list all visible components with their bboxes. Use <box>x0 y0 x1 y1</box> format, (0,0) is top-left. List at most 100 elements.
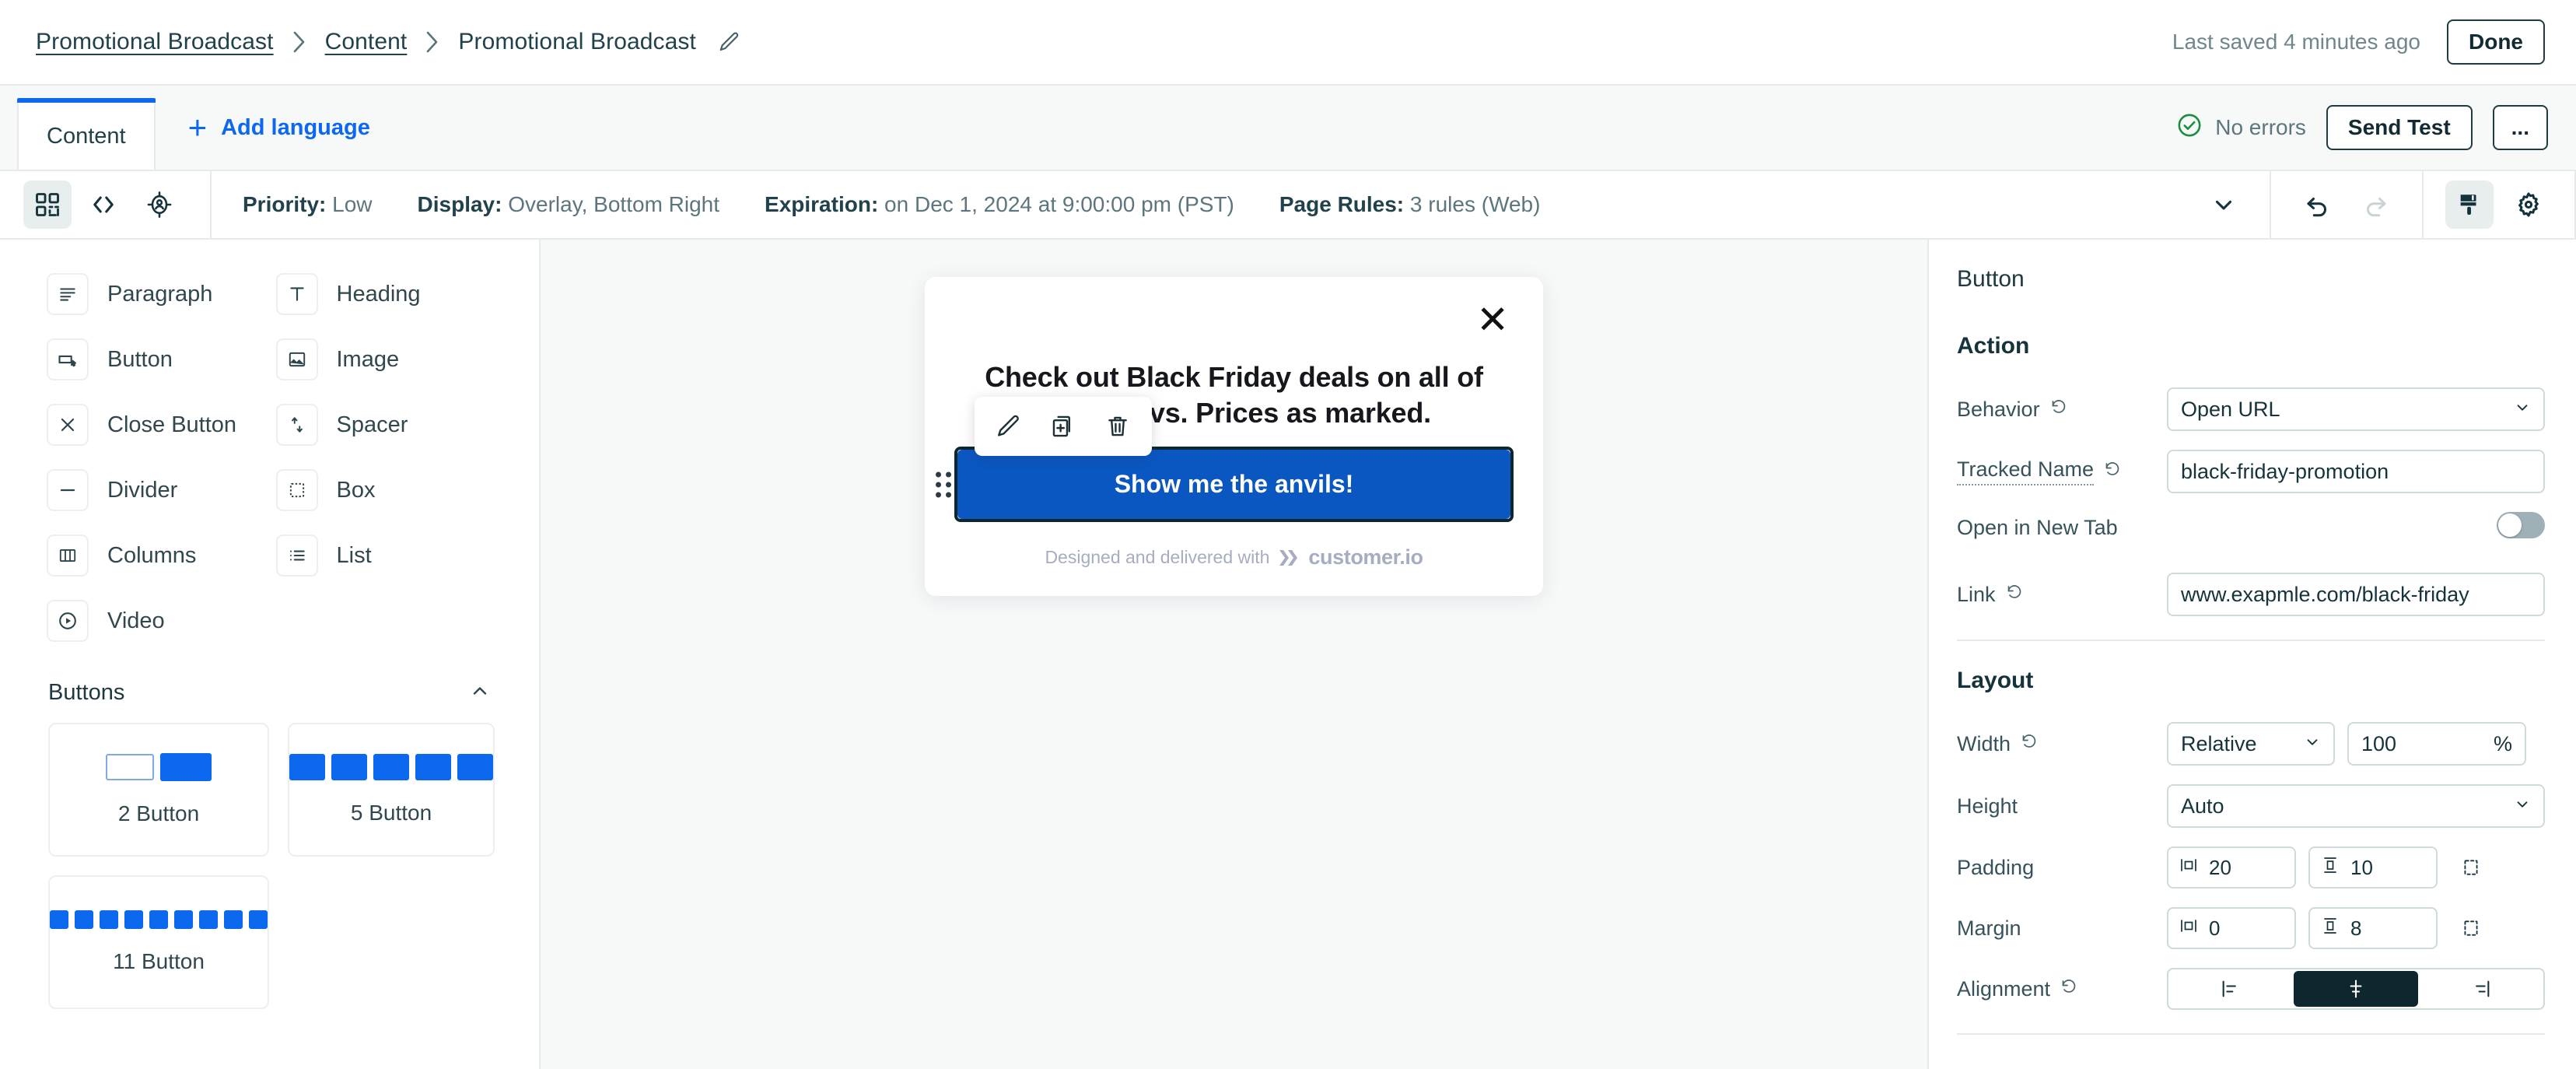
tracked-name-label-group: Tracked Name <box>1957 457 2167 485</box>
chevron-down-icon[interactable] <box>2200 181 2248 229</box>
drag-handle-icon[interactable] <box>936 471 951 498</box>
behavior-control: Open URL <box>2167 387 2545 431</box>
component-video[interactable]: Video <box>47 588 267 654</box>
meta-expiration-value: on Dec 1, 2024 at 9:00:00 pm (PST) <box>884 192 1234 216</box>
width-row: Width Relative 100 % <box>1957 722 2545 766</box>
edit-pencil-icon[interactable] <box>990 408 1027 445</box>
meta-display[interactable]: Display: Overlay, Bottom Right <box>418 192 720 217</box>
width-label-group: Width <box>1957 732 2167 756</box>
component-box[interactable]: Box <box>275 457 496 523</box>
done-button[interactable]: Done <box>2447 19 2545 65</box>
component-button[interactable]: Button <box>47 327 267 392</box>
padding-vertical-input[interactable]: 10 <box>2308 846 2438 888</box>
template-11-button[interactable]: 11 Button <box>48 875 269 1009</box>
component-divider[interactable]: Divider <box>47 457 267 523</box>
pencil-icon[interactable] <box>718 30 741 54</box>
open-new-tab-toggle[interactable] <box>2497 512 2545 538</box>
open-new-tab-label: Open in New Tab <box>1957 516 2118 539</box>
meta-priority-value: Low <box>332 192 373 216</box>
component-close-button[interactable]: Close Button <box>47 392 267 457</box>
margin-horizontal-icon <box>2179 917 2198 941</box>
status-badge: No errors <box>2176 112 2306 144</box>
undo-icon[interactable] <box>2293 181 2341 229</box>
chevron-up-icon[interactable] <box>469 680 491 706</box>
margin-row: Margin 0 8 <box>1957 907 2545 949</box>
check-circle-icon <box>2176 112 2203 144</box>
open-new-tab-label-group: Open in New Tab <box>1957 512 2167 542</box>
padding-horizontal-input[interactable]: 20 <box>2167 846 2296 888</box>
component-image[interactable]: Image <box>275 327 496 392</box>
duplicate-icon[interactable] <box>1045 408 1082 445</box>
modal-footer-text: Designed and delivered with <box>1045 547 1270 568</box>
height-select[interactable]: Auto <box>2167 784 2545 828</box>
section-divider-2 <box>1957 1033 2545 1035</box>
reset-icon[interactable] <box>2020 732 2039 756</box>
component-spacer[interactable]: Spacer <box>275 392 496 457</box>
align-left-icon[interactable] <box>2168 969 2292 1008</box>
meta-page-rules[interactable]: Page Rules: 3 rules (Web) <box>1279 192 1541 217</box>
behavior-select[interactable]: Open URL <box>2167 387 2545 431</box>
width-value-input[interactable]: 100 % <box>2347 722 2526 766</box>
align-right-icon[interactable] <box>2420 969 2543 1008</box>
buttons-section-header[interactable]: Buttons <box>0 654 539 723</box>
buttons-section-title: Buttons <box>48 680 125 705</box>
tracked-name-input[interactable]: black-friday-promotion <box>2167 450 2545 493</box>
paragraph-icon <box>47 273 89 315</box>
breadcrumb-item-1[interactable]: Content <box>325 29 408 55</box>
tracked-name-control: black-friday-promotion <box>2167 450 2545 493</box>
alignment-control <box>2167 968 2545 1010</box>
gear-icon[interactable] <box>2504 181 2553 229</box>
tab-content[interactable]: Content <box>17 98 156 170</box>
code-icon[interactable] <box>79 181 128 229</box>
redo-icon[interactable] <box>2352 181 2400 229</box>
open-new-tab-control <box>2167 512 2545 538</box>
add-language-button[interactable]: + Add language <box>188 86 370 170</box>
breadcrumb-item-2: Promotional Broadcast <box>458 29 696 54</box>
customerio-logo: customer.io <box>1279 545 1423 570</box>
send-test-button[interactable]: Send Test <box>2326 104 2473 151</box>
margin-vertical-icon <box>2321 917 2340 941</box>
toolbar-style-group <box>2424 171 2574 238</box>
meta-expiration-label: Expiration: <box>765 192 879 216</box>
reset-icon[interactable] <box>2060 977 2078 1001</box>
component-heading-label: Heading <box>336 281 421 307</box>
components-grid: Paragraph Heading Button Image Close But… <box>0 261 539 654</box>
width-mode-select[interactable]: Relative <box>2167 722 2335 766</box>
reset-icon[interactable] <box>2005 583 2024 607</box>
delete-trash-icon[interactable] <box>1099 408 1136 445</box>
meta-priority[interactable]: Priority: Low <box>243 192 373 217</box>
template-2-button[interactable]: 2 Button <box>48 723 269 857</box>
reset-icon[interactable] <box>2103 460 2122 484</box>
meta-expiration[interactable]: Expiration: on Dec 1, 2024 at 9:00:00 pm… <box>765 192 1234 217</box>
height-row: Height Auto <box>1957 784 2545 828</box>
chevron-down-icon <box>2514 398 2531 422</box>
audience-target-icon[interactable] <box>135 181 184 229</box>
template-5-button[interactable]: 5 Button <box>288 723 495 857</box>
align-center-icon[interactable] <box>2294 971 2418 1007</box>
cta-button[interactable]: Show me the anvils! <box>957 450 1510 520</box>
margin-vertical-input[interactable]: 8 <box>2308 907 2438 949</box>
editor-body: Paragraph Heading Button Image Close But… <box>0 240 2576 1069</box>
paintbrush-icon[interactable] <box>2445 181 2494 229</box>
link-input[interactable]: www.exapmle.com/black-friday <box>2167 573 2545 616</box>
reset-icon[interactable] <box>2049 398 2068 422</box>
tab-bar: Content + Add language No errors Send Te… <box>0 86 2576 171</box>
close-icon[interactable]: ✕ <box>1476 300 1509 339</box>
component-paragraph[interactable]: Paragraph <box>47 261 267 327</box>
breadcrumb-item-0[interactable]: Promotional Broadcast <box>36 29 274 55</box>
width-mode-value: Relative <box>2181 731 2257 755</box>
margin-horizontal-input[interactable]: 0 <box>2167 907 2296 949</box>
component-heading[interactable]: Heading <box>275 261 496 327</box>
component-list[interactable]: List <box>275 523 496 588</box>
more-options-button[interactable]: ... <box>2492 104 2548 151</box>
component-columns[interactable]: Columns <box>47 523 267 588</box>
chevrons-icon <box>1279 549 1298 566</box>
chevron-down-icon <box>2514 794 2531 818</box>
alignment-label-group: Alignment <box>1957 977 2167 1001</box>
blocks-icon[interactable] <box>23 181 72 229</box>
height-label-group: Height <box>1957 794 2167 818</box>
padding-expand-icon[interactable] <box>2450 857 2492 878</box>
message-preview-modal: ✕ Check out Black Friday deals on all of… <box>925 277 1543 597</box>
margin-expand-icon[interactable] <box>2450 918 2492 938</box>
meta-priority-label: Priority: <box>243 192 327 216</box>
